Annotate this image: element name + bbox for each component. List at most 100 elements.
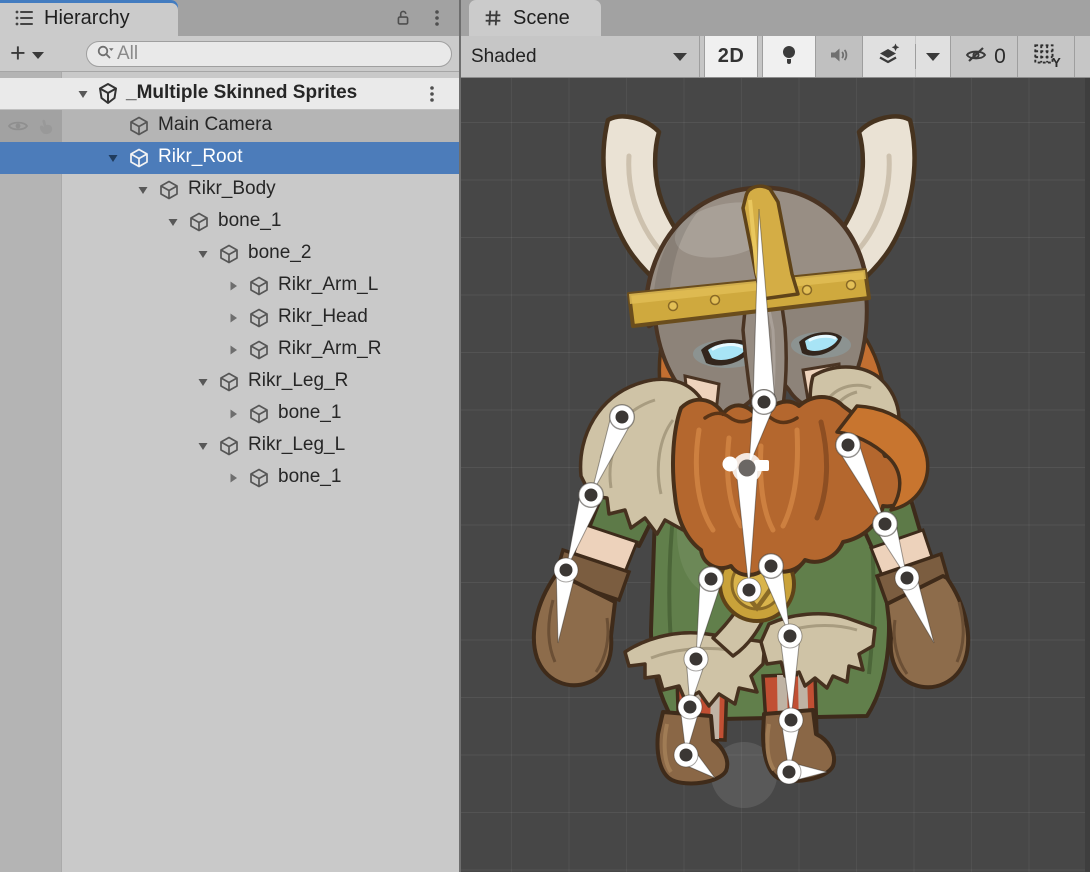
- gameobject-cube-icon: [248, 307, 270, 329]
- tree-row[interactable]: Main Camera: [0, 110, 459, 142]
- gameobject-cube-icon: [248, 275, 270, 297]
- gameobject-cube-icon: [128, 147, 150, 169]
- joint-dot: [785, 714, 798, 727]
- scene-audio-button[interactable]: [816, 36, 862, 77]
- gameobject-cube-icon: [218, 435, 240, 457]
- joint-dot: [783, 766, 796, 779]
- joint-dot: [765, 560, 778, 573]
- scene-tab-label: Scene: [513, 7, 570, 30]
- expand-arrow[interactable]: [196, 247, 210, 261]
- tab-hierarchy[interactable]: Hierarchy: [0, 0, 178, 36]
- scene-header-row[interactable]: _Multiple Skinned Sprites: [0, 78, 459, 110]
- gameobject-cube-icon: [248, 403, 270, 425]
- expand-arrow[interactable]: [136, 183, 150, 197]
- tree-row[interactable]: Rikr_Leg_R: [0, 366, 459, 398]
- row-label: Rikr_Body: [188, 178, 276, 200]
- joint-dot: [901, 572, 914, 585]
- lightbulb-icon: [777, 42, 801, 71]
- joint-dot: [560, 564, 573, 577]
- tree-row[interactable]: Rikr_Head: [0, 302, 459, 334]
- row-label: Rikr_Leg_R: [248, 370, 348, 392]
- joint-dot: [842, 439, 855, 452]
- chevron-down-icon: [926, 53, 940, 61]
- scene-tabbar: Scene: [461, 0, 1090, 36]
- tree-row[interactable]: Rikr_Root: [0, 142, 459, 174]
- tab-scene[interactable]: Scene: [469, 0, 601, 36]
- shading-mode-dropdown[interactable]: Shaded: [461, 36, 699, 77]
- root-node-dot: [739, 460, 756, 477]
- search-icon: [95, 42, 117, 67]
- expand-arrow[interactable]: [166, 215, 180, 229]
- expand-arrow[interactable]: [76, 87, 90, 101]
- scene-name-label: _Multiple Skinned Sprites: [126, 82, 357, 104]
- tree-row[interactable]: Rikr_Leg_L: [0, 430, 459, 462]
- tree-row[interactable]: Rikr_Arm_L: [0, 270, 459, 302]
- hierarchy-tab-label: Hierarchy: [44, 7, 130, 30]
- gameobject-cube-icon: [158, 179, 180, 201]
- unity-scene-icon: [96, 82, 118, 104]
- toggle-2d-button[interactable]: 2D: [705, 36, 757, 77]
- lock-icon[interactable]: [391, 6, 415, 30]
- tree-row[interactable]: Rikr_Body: [0, 174, 459, 206]
- shading-mode-label: Shaded: [471, 46, 537, 68]
- grid-visibility-button[interactable]: Y: [1018, 36, 1074, 77]
- tree-row[interactable]: bone_1: [0, 462, 459, 494]
- joint-dot: [705, 573, 718, 586]
- row-label: Main Camera: [158, 114, 272, 136]
- gameobject-cube-icon: [128, 115, 150, 137]
- row-label: Rikr_Arm_R: [278, 338, 381, 360]
- hierarchy-tree[interactable]: _Multiple Skinned Sprites Main Camera Rikr…: [0, 72, 459, 872]
- row-label: Rikr_Head: [278, 306, 368, 328]
- tree-row[interactable]: bone_1: [0, 398, 459, 430]
- joint-dot: [684, 701, 697, 714]
- scene-lighting-button[interactable]: [763, 36, 815, 77]
- joint-dot: [784, 630, 797, 643]
- scene-kebab-icon[interactable]: [423, 84, 443, 104]
- row-label: Rikr_Leg_L: [248, 434, 345, 456]
- expand-arrow[interactable]: [226, 407, 240, 421]
- eye-slash-icon: [962, 43, 990, 70]
- expand-arrow[interactable]: [226, 311, 240, 325]
- hidden-count: 0: [994, 45, 1006, 69]
- search-input[interactable]: [117, 43, 417, 65]
- hierarchy-toolbar: +: [0, 36, 459, 72]
- pickability-hand-icon[interactable]: [34, 115, 58, 137]
- visibility-eye-icon[interactable]: [6, 115, 30, 137]
- expand-arrow[interactable]: [226, 279, 240, 293]
- row-label: bone_1: [218, 210, 281, 232]
- hidden-objects-button[interactable]: 0: [951, 36, 1017, 77]
- row-label: bone_1: [278, 402, 341, 424]
- add-object-button[interactable]: +: [10, 40, 44, 67]
- expand-arrow[interactable]: [196, 439, 210, 453]
- tree-row[interactable]: bone_2: [0, 238, 459, 270]
- tree-row[interactable]: Rikr_Arm_R: [0, 334, 459, 366]
- unity-editor-window: Hierarchy +: [0, 0, 1090, 872]
- chevron-down-icon: [673, 53, 687, 61]
- scene-effects-button[interactable]: [863, 36, 915, 77]
- chevron-down-icon: [32, 52, 44, 59]
- joint-dot: [616, 411, 629, 424]
- row-label: bone_1: [278, 466, 341, 488]
- joint-dot: [680, 749, 693, 762]
- hierarchy-search[interactable]: [86, 41, 452, 67]
- scene-viewport[interactable]: [461, 78, 1090, 872]
- plus-icon: +: [10, 40, 26, 67]
- joint-dot: [585, 489, 598, 502]
- gameobject-cube-icon: [248, 467, 270, 489]
- row-label: bone_2: [248, 242, 311, 264]
- expand-arrow[interactable]: [106, 151, 120, 165]
- scene-effects-dropdown[interactable]: [916, 36, 950, 77]
- expand-arrow[interactable]: [196, 375, 210, 389]
- expand-arrow[interactable]: [226, 343, 240, 357]
- gameobject-cube-icon: [248, 339, 270, 361]
- row-label: Rikr_Arm_L: [278, 274, 378, 296]
- joint-dot: [758, 396, 771, 409]
- speaker-icon: [827, 43, 851, 70]
- row-label: Rikr_Root: [158, 146, 242, 168]
- grid-axis-label: Y: [1052, 55, 1061, 70]
- joint-dot: [879, 518, 892, 531]
- expand-arrow[interactable]: [226, 471, 240, 485]
- kebab-menu-icon[interactable]: [425, 6, 449, 30]
- joint-dot: [690, 653, 703, 666]
- tree-row[interactable]: bone_1: [0, 206, 459, 238]
